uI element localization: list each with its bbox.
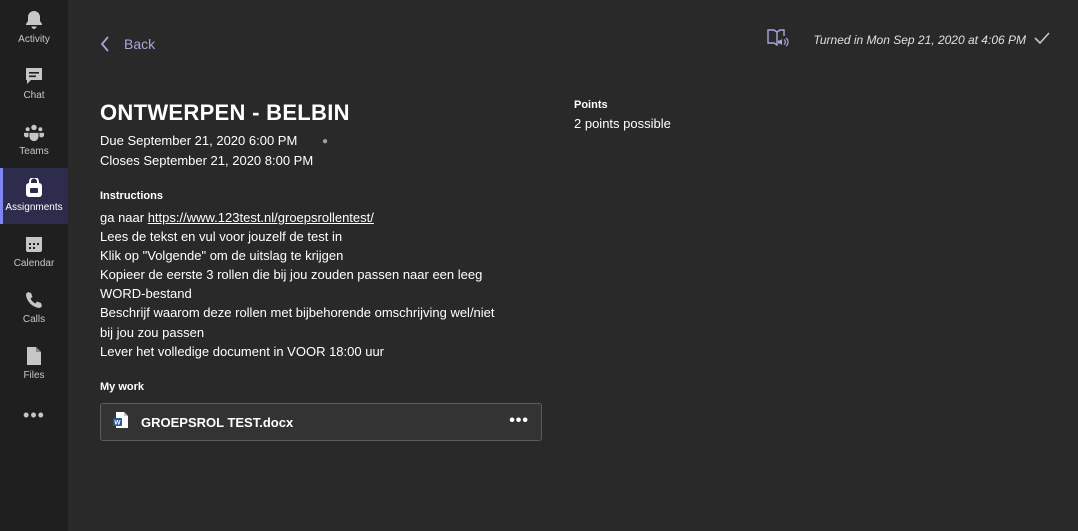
my-work-heading: My work: [100, 381, 145, 393]
rail-item-assignments[interactable]: Assignments: [0, 168, 68, 224]
due-date: Due September 21, 2020 6:00 PM: [100, 133, 298, 148]
instruction-line: WORD-bestand: [100, 286, 192, 302]
assignment-view: Back Turned in Mon Sep 21, 2020 at 4:06 …: [68, 0, 1078, 531]
more-apps-button[interactable]: •••: [0, 405, 68, 426]
separator-dot: ●: [322, 136, 329, 147]
file-more-options-button[interactable]: •••: [509, 412, 529, 430]
rail-item-activity[interactable]: Activity: [0, 0, 68, 56]
test-link[interactable]: https://www.123test.nl/groepsrollentest/: [148, 210, 374, 225]
rail-item-label: Teams: [19, 146, 49, 157]
svg-text:W: W: [114, 419, 121, 426]
instruction-line: Klik op "Volgende" om de uitslag te krij…: [100, 248, 344, 264]
chat-icon: [24, 66, 44, 86]
calendar-icon: [24, 234, 44, 254]
back-label: Back: [124, 36, 156, 52]
file-icon: [24, 346, 44, 366]
rail-item-teams[interactable]: Teams: [0, 112, 68, 168]
word-document-icon: W: [113, 411, 129, 434]
rail-item-label: Activity: [18, 34, 50, 45]
instruction-line: Beschrijf waarom deze rollen met bijbeho…: [100, 305, 495, 321]
rail-item-label: Calls: [22, 314, 46, 325]
bell-icon: [24, 10, 44, 30]
rail-item-label: Calendar: [13, 258, 55, 269]
instructions-body: ga naar https://www.123test.nl/groepsrol…: [100, 208, 540, 361]
turned-in-status: Turned in Mon Sep 21, 2020 at 4:06 PM: [767, 28, 1050, 51]
rail-item-label: Chat: [23, 90, 45, 101]
immersive-reader-icon[interactable]: [767, 28, 789, 51]
attached-file[interactable]: W GROEPSROL TEST.docx •••: [100, 403, 542, 441]
teams-icon: [24, 122, 44, 142]
turned-in-text: Turned in Mon Sep 21, 2020 at 4:06 PM: [813, 32, 1026, 47]
instruction-line: Lever het volledige document in VOOR 18:…: [100, 343, 385, 359]
assignments-icon: [24, 178, 44, 198]
rail-item-chat[interactable]: Chat: [0, 56, 68, 112]
assignment-title: ONTWERPEN - BELBIN: [100, 100, 350, 125]
rail-item-calendar[interactable]: Calendar: [0, 224, 68, 280]
chevron-left-icon: [100, 36, 109, 52]
instruction-line: Lees de tekst en vul voor jouzelf de tes…: [100, 229, 343, 245]
instruction-line: Kopieer de eerste 3 rollen die bij jou z…: [100, 267, 483, 283]
rail-item-label: Files: [23, 370, 45, 381]
instruction-text: ga naar: [100, 210, 148, 225]
points-value: 2 points possible: [574, 116, 671, 131]
instruction-line: ga naar https://www.123test.nl/groepsrol…: [100, 208, 540, 227]
close-date: Closes September 21, 2020 8:00 PM: [100, 153, 314, 168]
rail-item-calls[interactable]: Calls: [0, 280, 68, 336]
rail-item-files[interactable]: Files: [0, 336, 68, 392]
points-heading: Points: [574, 99, 608, 111]
rail-item-label: Assignments: [5, 202, 63, 213]
back-button[interactable]: Back: [100, 36, 155, 52]
phone-icon: [24, 290, 44, 310]
instruction-line: bij jou zou passen: [100, 324, 205, 340]
file-name: GROEPSROL TEST.docx: [141, 414, 294, 430]
checkmark-icon: [1034, 32, 1050, 47]
instructions-heading: Instructions: [100, 190, 163, 202]
app-rail: Activity Chat Teams Assignments Calendar…: [0, 0, 68, 531]
